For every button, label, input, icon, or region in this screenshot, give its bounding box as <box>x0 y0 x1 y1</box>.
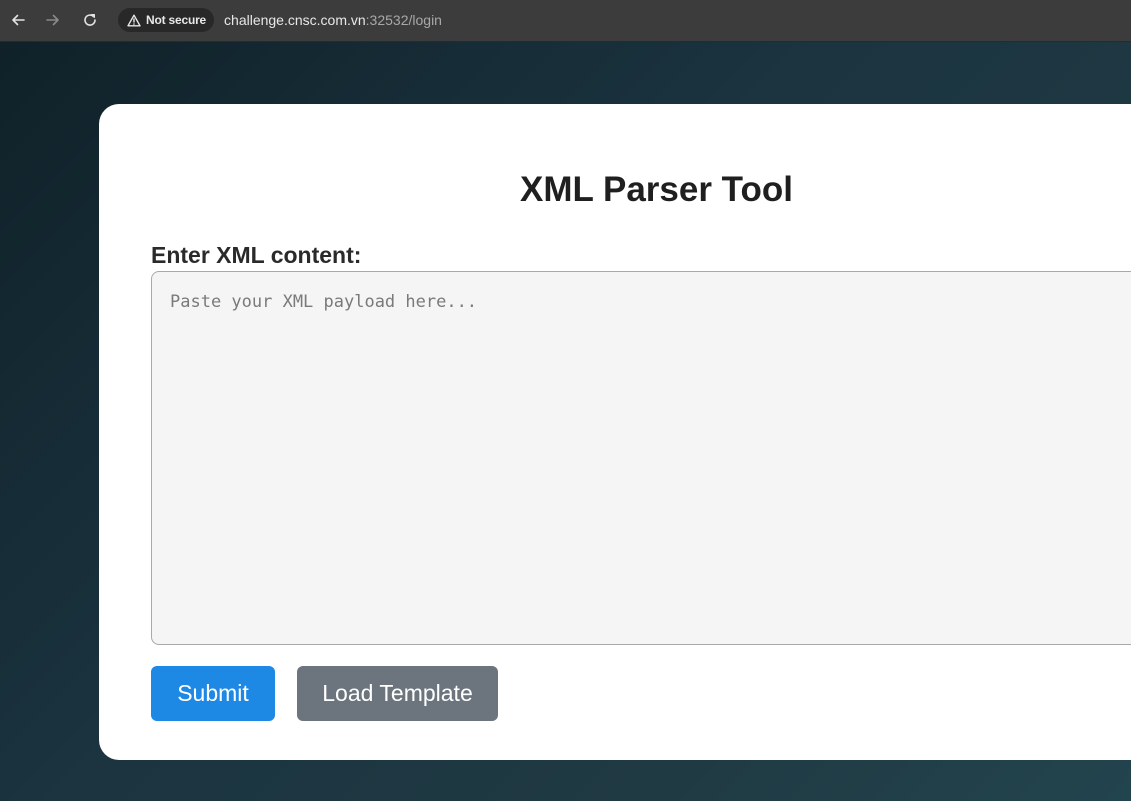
address-bar[interactable]: Not secure challenge.cnsc.com.vn:32532/l… <box>116 7 1131 33</box>
reload-button[interactable] <box>79 9 101 31</box>
load-template-button[interactable]: Load Template <box>297 666 498 721</box>
arrow-left-icon <box>12 14 25 26</box>
url-host: challenge.cnsc.com.vn <box>224 12 366 28</box>
submit-button[interactable]: Submit <box>151 666 275 721</box>
browser-toolbar: Not secure challenge.cnsc.com.vn:32532/l… <box>0 0 1131 42</box>
reload-icon <box>84 14 96 26</box>
url-text[interactable]: challenge.cnsc.com.vn:32532/login <box>224 12 442 28</box>
xml-content-label: Enter XML content: <box>151 242 362 268</box>
page-title: XML Parser Tool <box>520 170 793 209</box>
xml-content-textarea[interactable] <box>151 271 1131 645</box>
security-indicator[interactable]: Not secure <box>118 8 215 32</box>
security-label: Not secure <box>146 13 207 27</box>
back-button[interactable] <box>7 9 29 31</box>
url-path: :32532/login <box>365 12 442 28</box>
forward-button[interactable] <box>42 9 64 31</box>
warning-triangle-icon <box>127 14 141 26</box>
arrow-right-icon <box>46 14 59 26</box>
